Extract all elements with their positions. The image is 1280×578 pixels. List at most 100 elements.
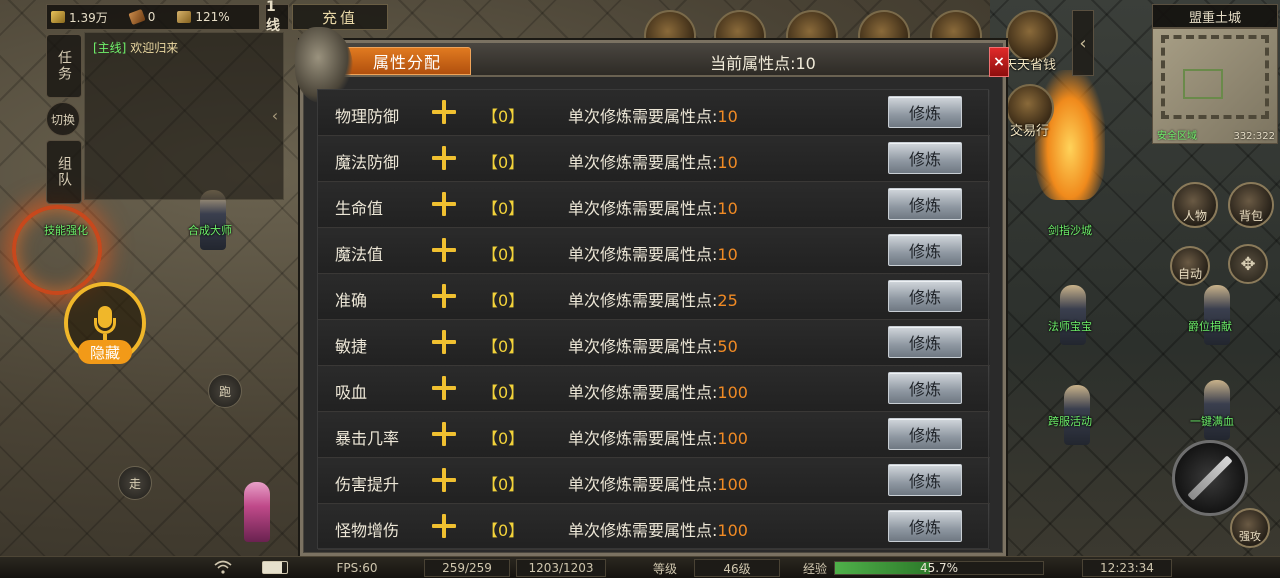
attribute-cost: 单次修炼需要属性点:50 <box>568 337 738 356</box>
attribute-list: 物理防御 【0】 单次修炼需要属性点:10 修炼 魔法防御 【0】 单次修炼需要… <box>317 89 990 550</box>
auto-button[interactable]: 自动 <box>1170 246 1210 286</box>
sword-icon <box>1187 455 1233 501</box>
attribute-name: 敏捷 <box>335 337 368 356</box>
gold-icon <box>51 11 65 23</box>
recharge-button[interactable]: 充值 <box>292 4 388 30</box>
strong-attack-button[interactable]: 强攻 <box>1230 508 1270 548</box>
plus-icon[interactable] <box>432 468 456 492</box>
attribute-row: 吸血 【0】 单次修炼需要属性点:100 修炼 <box>318 366 990 412</box>
attribute-dialog: 属性分配 当前属性点:10 × 物理防御 【0】 单次修炼需要属性点:10 修炼… <box>295 27 1009 556</box>
collapse-quest-icon[interactable]: ‹ <box>268 100 282 130</box>
battery-icon <box>262 561 288 574</box>
ingot-amount: 0 <box>147 10 156 24</box>
attribute-row: 魔法防御 【0】 单次修炼需要属性点:10 修炼 <box>318 136 990 182</box>
tab-switch[interactable]: 切换 <box>46 102 80 136</box>
minimap[interactable]: 安全区域 332:322 <box>1152 28 1278 144</box>
plus-icon[interactable] <box>432 100 456 124</box>
attribute-value: 【0】 <box>482 291 525 310</box>
minimap-coords: 332:322 <box>1233 131 1275 142</box>
attribute-row: 魔法值 【0】 单次修炼需要属性点:10 修炼 <box>318 228 990 274</box>
attribute-value: 【0】 <box>482 383 525 402</box>
attribute-row: 准确 【0】 单次修炼需要属性点:25 修炼 <box>318 274 990 320</box>
npc-label-title: 爵位捐献 <box>1188 320 1232 333</box>
teleport-portal[interactable] <box>12 205 102 295</box>
exp-percent: 45.7% <box>919 561 959 575</box>
train-button[interactable]: 修炼 <box>888 280 962 312</box>
map-line-indicator[interactable]: 1线 <box>265 0 289 34</box>
train-button[interactable]: 修炼 <box>888 372 962 404</box>
plus-icon[interactable] <box>432 192 456 216</box>
attribute-name: 物理防御 <box>335 107 400 126</box>
ingot-icon <box>128 8 146 26</box>
attribute-name: 准确 <box>335 291 368 310</box>
attribute-value: 【0】 <box>482 245 525 264</box>
tab-team[interactable]: 组队 <box>46 140 82 204</box>
train-button[interactable]: 修炼 <box>888 142 962 174</box>
npc-title-donate[interactable] <box>1204 285 1230 345</box>
hide-button[interactable]: 隐藏 <box>78 340 132 364</box>
plus-icon[interactable] <box>432 284 456 308</box>
plus-icon[interactable] <box>432 422 456 446</box>
quest-tag: [主线] <box>93 41 127 55</box>
fps-readout: FPS:60 <box>336 561 378 575</box>
bag-button[interactable]: 背包 <box>1228 182 1274 228</box>
attribute-name: 暴击几率 <box>335 429 400 448</box>
attribute-cost: 单次修炼需要属性点:10 <box>568 245 738 264</box>
train-button[interactable]: 修炼 <box>888 510 962 542</box>
attribute-cost: 单次修炼需要属性点:10 <box>568 107 738 126</box>
attribute-value: 【0】 <box>482 199 525 218</box>
train-button[interactable]: 修炼 <box>888 96 962 128</box>
plus-icon[interactable] <box>432 514 456 538</box>
attribute-name: 魔法值 <box>335 245 384 264</box>
train-button[interactable]: 修炼 <box>888 418 962 450</box>
attribute-row: 伤害提升 【0】 单次修炼需要属性点:100 修炼 <box>318 458 990 504</box>
close-button[interactable]: × <box>989 47 1009 77</box>
bottom-status-bar: FPS:60 259/259 1203/1203 等级 46级 经验 45.7%… <box>0 556 1280 578</box>
npc-pink-avatar[interactable] <box>244 482 270 542</box>
walk-toggle[interactable]: 走 <box>118 466 152 500</box>
mp-readout: 1203/1203 <box>516 559 606 577</box>
level-value: 46级 <box>694 559 780 577</box>
tab-attribute-allocation[interactable]: 属性分配 <box>343 47 471 75</box>
collapse-right-icon[interactable]: ‹ <box>1072 10 1094 76</box>
minimap-zone-label: 安全区域 <box>1157 131 1197 142</box>
npc-full-hp[interactable] <box>1204 380 1230 440</box>
character-button[interactable]: 人物 <box>1172 182 1218 228</box>
attribute-cost: 单次修炼需要属性点:100 <box>568 521 748 540</box>
plus-icon[interactable] <box>432 238 456 262</box>
train-button[interactable]: 修炼 <box>888 464 962 496</box>
plus-icon[interactable] <box>432 146 456 170</box>
attribute-row: 物理防御 【0】 单次修炼需要属性点:10 修炼 <box>318 90 990 136</box>
npc-label-synth: 合成大师 <box>188 224 232 237</box>
attribute-value: 【0】 <box>482 107 525 126</box>
attribute-name: 吸血 <box>335 383 368 402</box>
run-toggle[interactable]: 跑 <box>208 374 242 408</box>
gold-amount: 1.39万 <box>69 10 108 25</box>
attribute-cost: 单次修炼需要属性点:100 <box>568 475 748 494</box>
train-button[interactable]: 修炼 <box>888 234 962 266</box>
clock: 12:23:34 <box>1082 559 1172 577</box>
train-button[interactable]: 修炼 <box>888 188 962 220</box>
train-button[interactable]: 修炼 <box>888 326 962 358</box>
npc-mage-pet[interactable] <box>1060 285 1086 345</box>
level-label: 等级 <box>652 561 677 576</box>
attribute-value: 【0】 <box>482 475 525 494</box>
attack-button[interactable] <box>1172 440 1248 516</box>
hp-readout: 259/259 <box>424 559 510 577</box>
npc-label-blood: 一键满血 <box>1190 415 1234 428</box>
attribute-cost: 单次修炼需要属性点:10 <box>568 153 738 172</box>
attribute-cost: 单次修炼需要属性点:25 <box>568 291 738 310</box>
npc-label-skill: 技能强化 <box>44 224 88 237</box>
plus-icon[interactable] <box>432 376 456 400</box>
current-points-label: 当前属性点:10 <box>710 54 816 73</box>
direction-pad-icon[interactable]: ✥ <box>1228 244 1268 284</box>
quest-item-main[interactable]: [主线] 欢迎归来 <box>85 33 283 62</box>
tab-task[interactable]: 任务 <box>46 34 82 98</box>
exp-label: 经验 <box>802 561 827 576</box>
attribute-value: 【0】 <box>482 337 525 356</box>
daily-money-label: 天天省钱 <box>1004 58 1057 73</box>
attribute-name: 怪物增伤 <box>335 521 400 540</box>
wifi-icon <box>214 560 232 574</box>
attribute-value: 【0】 <box>482 153 525 172</box>
plus-icon[interactable] <box>432 330 456 354</box>
